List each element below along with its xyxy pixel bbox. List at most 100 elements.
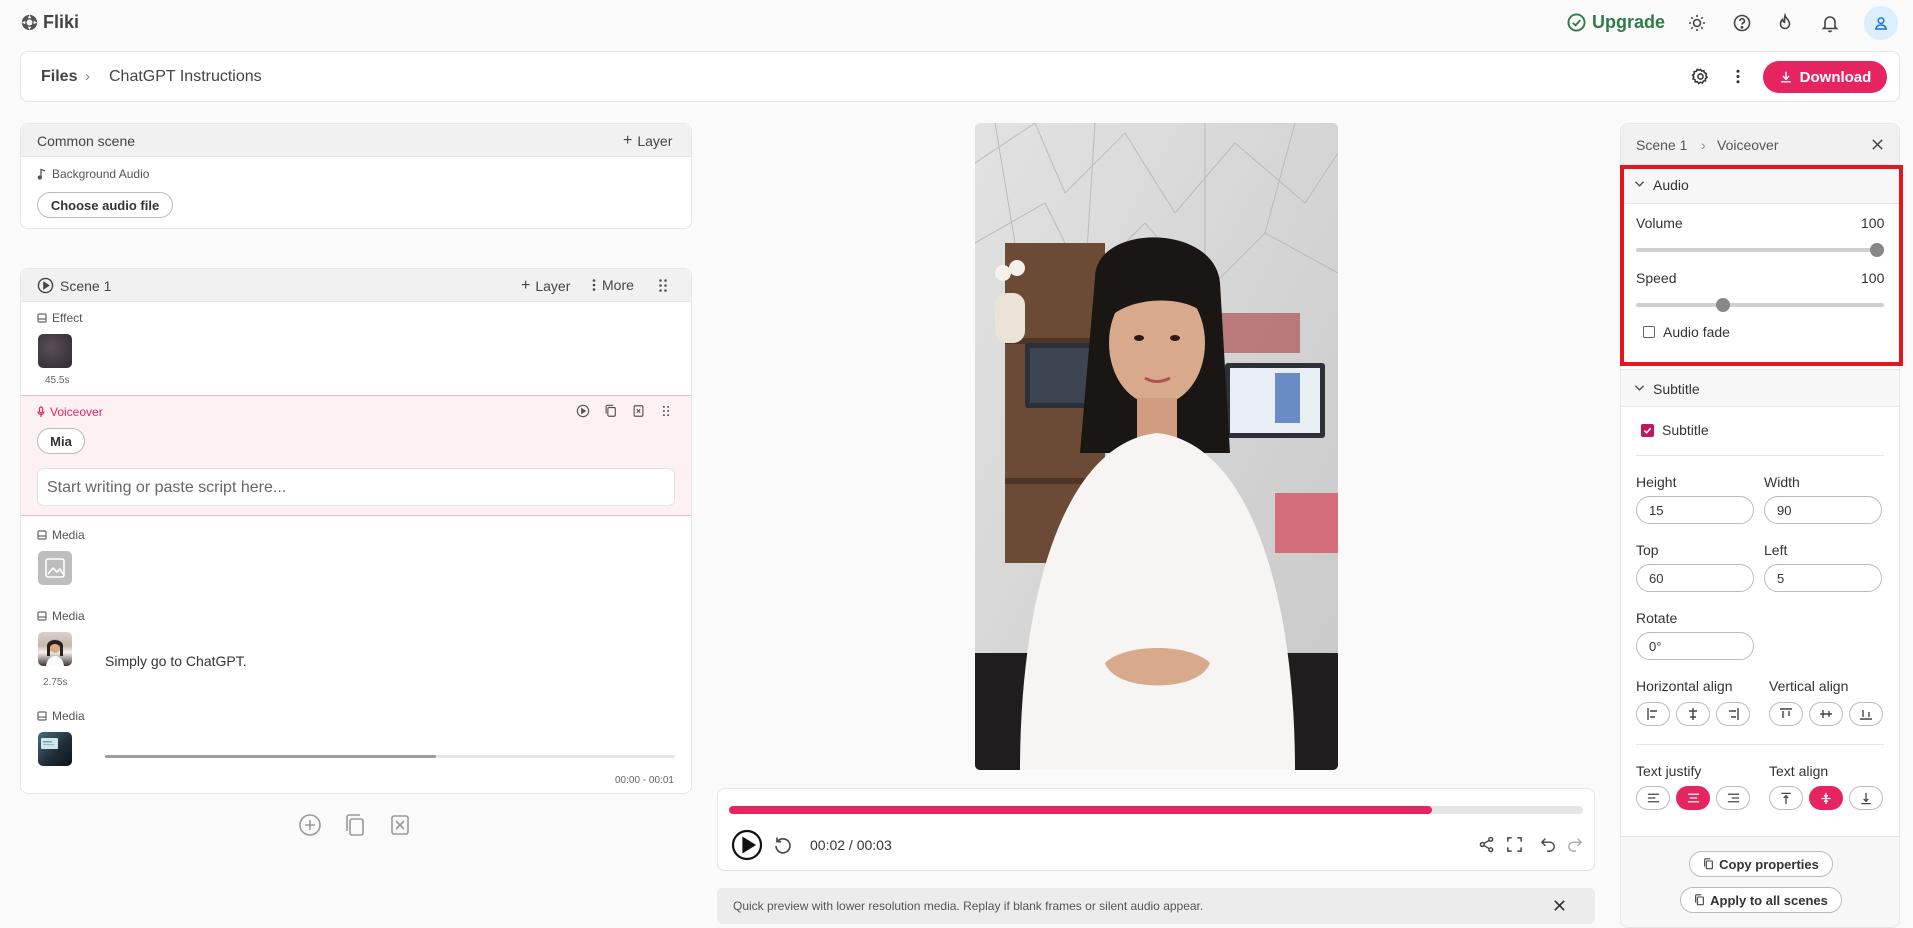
media-layer-3-label: Media (37, 709, 85, 723)
download-label: Download (1799, 68, 1872, 86)
voiceover-drag-handle-icon[interactable] (661, 404, 671, 418)
fire-icon[interactable] (1775, 13, 1795, 33)
layer-thumb-icon (37, 611, 47, 621)
undo-icon[interactable] (1540, 836, 1556, 852)
drag-handle-icon[interactable] (657, 278, 669, 293)
media-2-thumbnail[interactable] (38, 632, 72, 666)
text-align-bottom-button[interactable] (1849, 786, 1883, 810)
copy-properties-button[interactable]: Copy properties (1689, 851, 1833, 877)
audio-fade-checkbox[interactable] (1643, 326, 1655, 338)
scene-add-layer-button[interactable]: + Layer (521, 277, 570, 295)
properties-header: Scene 1 › Voiceover (1621, 124, 1899, 166)
top-input[interactable]: 60 (1636, 564, 1754, 592)
scene-more-button[interactable]: More (591, 277, 634, 293)
video-preview[interactable] (975, 123, 1338, 770)
h-align-left-button[interactable] (1636, 702, 1670, 726)
help-icon[interactable] (1732, 13, 1752, 33)
scene-layer-label: Layer (535, 278, 571, 294)
add-scene-icon[interactable] (298, 813, 322, 837)
v-align-middle-button[interactable] (1809, 702, 1843, 726)
app-name: Fliki (43, 12, 80, 32)
media-1-placeholder-thumbnail[interactable] (38, 551, 72, 585)
effect-duration: 45.5s (45, 375, 70, 386)
bg-audio-text: Background Audio (52, 167, 150, 181)
subtitle-section-header[interactable]: Subtitle (1621, 369, 1899, 407)
properties-panel: Scene 1 › Voiceover Audio Volume 100 Spe… (1620, 123, 1900, 928)
common-add-layer-button[interactable]: + Layer (623, 132, 672, 150)
volume-slider-thumb[interactable] (1870, 243, 1884, 257)
player-controls: 00:02 / 00:03 (717, 788, 1595, 871)
copy-icon (1694, 894, 1705, 906)
bell-icon[interactable] (1820, 13, 1840, 33)
rotate-input[interactable]: 0° (1636, 632, 1754, 660)
subtitle-checkbox-checked[interactable] (1641, 423, 1654, 437)
height-input[interactable]: 15 (1636, 496, 1754, 524)
play-button-icon[interactable] (731, 829, 763, 861)
breadcrumb-bar: Files › ChatGPT Instructions Download (20, 51, 1900, 102)
divider (1636, 744, 1884, 745)
voiceover-label-text: Voiceover (50, 405, 103, 419)
scene-more-label: More (602, 277, 634, 293)
voiceover-delete-icon[interactable] (632, 404, 645, 418)
audio-fade-option[interactable]: Audio fade (1643, 324, 1730, 340)
divider (1636, 455, 1884, 456)
panel-crumb-scene[interactable]: Scene 1 (1636, 137, 1687, 153)
close-notice-icon[interactable] (1552, 898, 1567, 913)
project-title: ChatGPT Instructions (109, 68, 262, 85)
download-icon (1779, 70, 1793, 84)
media-2-text: Simply go to ChatGPT. (105, 653, 247, 669)
rotate-label: Rotate (1636, 610, 1678, 626)
voiceover-play-icon[interactable] (576, 404, 590, 418)
volume-label: Volume (1636, 215, 1683, 231)
choose-audio-file-button[interactable]: Choose audio file (37, 192, 173, 218)
media-3-thumbnail[interactable] (38, 732, 72, 766)
justify-left-button[interactable] (1636, 786, 1670, 810)
replay-icon[interactable] (773, 835, 793, 855)
playback-progress-track[interactable] (729, 806, 1583, 814)
upgrade-button[interactable]: Upgrade (1567, 12, 1665, 33)
speed-slider-thumb[interactable] (1715, 298, 1730, 312)
user-avatar[interactable] (1864, 6, 1898, 40)
breadcrumb-files-link[interactable]: Files (41, 68, 77, 86)
more-vertical-icon[interactable] (1729, 67, 1747, 86)
layer-thumb-icon (37, 711, 47, 721)
volume-slider[interactable] (1636, 243, 1884, 257)
play-circle-icon[interactable] (37, 277, 54, 294)
voice-select-button[interactable]: Mia (37, 428, 85, 454)
v-align-bottom-button[interactable] (1849, 702, 1883, 726)
media-3-trim-track[interactable] (105, 755, 675, 758)
close-panel-icon[interactable] (1871, 138, 1884, 151)
app-logo[interactable]: Fliki (21, 12, 79, 33)
volume-value: 100 (1861, 215, 1885, 231)
effect-thumbnail[interactable] (38, 334, 72, 368)
voiceover-layer[interactable]: Voiceover Mia Start writing or paste scr… (21, 395, 691, 516)
download-button[interactable]: Download (1763, 61, 1887, 93)
audio-section-header[interactable]: Audio (1621, 166, 1899, 204)
delete-scene-icon[interactable] (389, 813, 411, 837)
theme-sun-icon[interactable] (1687, 13, 1707, 33)
speed-slider[interactable] (1636, 298, 1884, 312)
fullscreen-icon[interactable] (1506, 836, 1523, 853)
microphone-icon (37, 406, 45, 418)
effect-label-text: Effect (52, 311, 83, 325)
script-input[interactable]: Start writing or paste script here... (37, 468, 675, 506)
justify-right-button[interactable] (1716, 786, 1750, 810)
h-align-center-button[interactable] (1676, 702, 1710, 726)
text-align-middle-button[interactable] (1809, 786, 1843, 810)
media-layer-1-label: Media (37, 528, 85, 542)
left-input[interactable]: 5 (1764, 564, 1882, 592)
h-align-right-button[interactable] (1716, 702, 1750, 726)
voiceover-copy-icon[interactable] (604, 404, 617, 418)
text-align-top-button[interactable] (1769, 786, 1803, 810)
redo-icon[interactable] (1567, 836, 1583, 852)
v-align-top-button[interactable] (1769, 702, 1803, 726)
settings-gear-icon[interactable] (1691, 67, 1710, 86)
share-icon[interactable] (1478, 836, 1495, 853)
justify-center-button[interactable] (1676, 786, 1710, 810)
subtitle-toggle-option[interactable]: Subtitle (1641, 422, 1709, 438)
width-input[interactable]: 90 (1764, 496, 1882, 524)
scene-1-header: Scene 1 + Layer More (21, 269, 691, 302)
duplicate-scene-icon[interactable] (344, 813, 366, 837)
apply-all-scenes-button[interactable]: Apply to all scenes (1680, 887, 1842, 913)
layer-thumb-icon (37, 530, 47, 540)
